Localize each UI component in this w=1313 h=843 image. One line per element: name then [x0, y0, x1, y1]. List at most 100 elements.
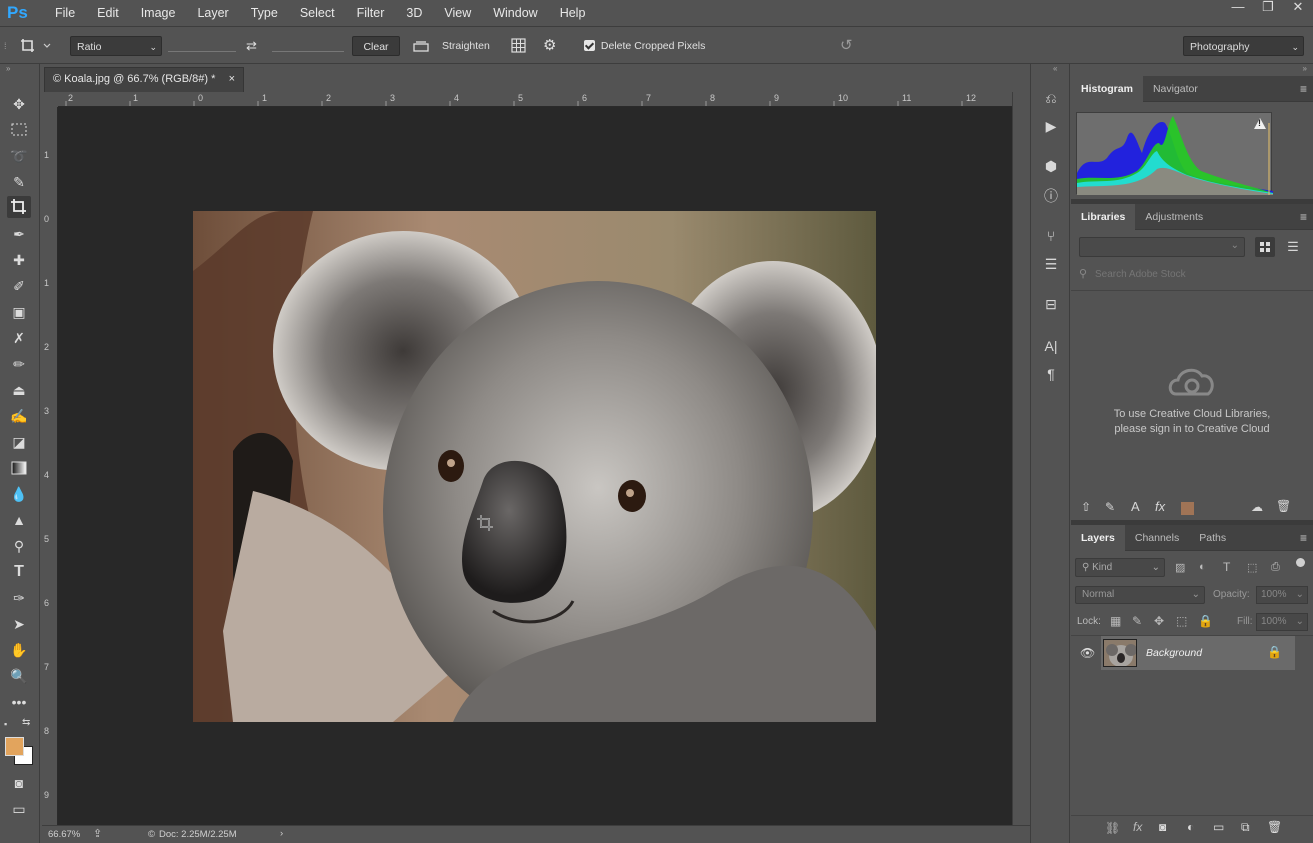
properties-icon[interactable]: ☰ [1041, 253, 1061, 275]
layer-name[interactable]: Background [1146, 647, 1202, 659]
link-layers-icon[interactable]: ⛓ [1105, 821, 1120, 835]
layer-filter-select[interactable]: ⚲ Kind ⌄ [1075, 558, 1165, 577]
vertical-scrollbar[interactable] [1012, 92, 1030, 825]
info-icon[interactable]: ⓘ [1041, 185, 1061, 207]
restore-button[interactable]: ❐ [1253, 0, 1283, 16]
stock-search-input[interactable] [1095, 266, 1295, 282]
marquee-tool-icon[interactable] [7, 119, 31, 141]
menu-window[interactable]: Window [482, 6, 548, 20]
blend-mode-select[interactable]: Normal ⌄ [1075, 586, 1205, 604]
koala-image[interactable] [193, 211, 876, 722]
share-icon[interactable]: ⇪ [93, 827, 102, 840]
blur-tool-icon[interactable]: 💧 [7, 483, 31, 505]
width-field[interactable] [168, 36, 236, 52]
clone-source-icon[interactable]: ⊟ [1041, 293, 1061, 315]
zoom-level[interactable]: 66.67% [48, 829, 80, 840]
add-color-swatch[interactable] [1181, 502, 1194, 515]
list-view-icon[interactable]: ☰ [1283, 237, 1303, 257]
tab-navigator[interactable]: Navigator [1143, 76, 1208, 102]
eye-visibility-icon[interactable]: 👁 [1080, 646, 1095, 660]
panel-menu-icon[interactable]: ≡ [1300, 82, 1307, 96]
crop-tool-preset-button[interactable] [18, 36, 56, 56]
collapse-icon[interactable]: « [1053, 64, 1057, 73]
art-history-brush-icon[interactable]: ✍ [7, 405, 31, 427]
menu-select[interactable]: Select [289, 6, 346, 20]
grid-view-icon[interactable] [1255, 237, 1275, 257]
paragraph-icon[interactable]: ¶ [1041, 363, 1061, 385]
smart-object-filter-icon[interactable]: ⎙ [1271, 561, 1280, 574]
foreground-color-swatch[interactable] [5, 737, 24, 756]
tab-adjustments[interactable]: Adjustments [1135, 204, 1213, 230]
pixel-filter-icon[interactable]: ▨ [1175, 561, 1185, 574]
stock-search-field[interactable]: ⚲ [1079, 266, 1304, 284]
ratio-select[interactable]: Ratio ⌄ [70, 36, 162, 56]
clear-button[interactable]: Clear [352, 36, 400, 56]
collapse-icon[interactable]: » [1303, 64, 1307, 73]
swap-colors-icon[interactable]: ⇆ [22, 717, 30, 728]
lock-all-icon[interactable]: 🔒 [1198, 614, 1213, 628]
trash-icon[interactable]: 🗑 [1276, 499, 1291, 513]
tab-paths[interactable]: Paths [1189, 525, 1236, 551]
upload-icon[interactable]: ⇧ [1081, 500, 1091, 514]
gradient-tool-icon[interactable] [7, 457, 31, 479]
overlay-grid-icon[interactable] [509, 36, 531, 56]
paint-brush-tool-icon[interactable]: ✏ [7, 353, 31, 375]
reset-icon[interactable]: ↺ [840, 36, 860, 56]
tab-channels[interactable]: Channels [1125, 525, 1189, 551]
close-tab-icon[interactable]: × [229, 68, 235, 91]
menu-layer[interactable]: Layer [186, 6, 239, 20]
delete-cropped-pixels-checkbox[interactable]: Delete Cropped Pixels [584, 36, 714, 56]
layer-style-icon[interactable]: fx [1133, 820, 1142, 834]
more-tools-icon[interactable]: ••• [7, 691, 31, 713]
brushes-icon[interactable]: ⑂ [1041, 225, 1061, 247]
crop-tool-icon[interactable] [7, 196, 31, 218]
status-menu-icon[interactable]: › [280, 828, 283, 839]
hand-tool-icon[interactable]: ✋ [7, 639, 31, 661]
shape-filter-icon[interactable]: ⬚ [1247, 561, 1257, 574]
character-style-icon[interactable]: A [1131, 499, 1140, 514]
group-folder-icon[interactable]: ▭ [1213, 820, 1224, 834]
height-field[interactable] [272, 36, 344, 52]
new-layer-icon[interactable]: ⧉ [1241, 820, 1250, 835]
tab-layers[interactable]: Layers [1071, 524, 1125, 551]
layer-style-icon[interactable]: fx [1155, 499, 1165, 514]
menu-file[interactable]: File [44, 6, 86, 20]
straighten-icon[interactable] [411, 36, 431, 56]
screen-mode-icon[interactable]: ▭ [7, 798, 31, 820]
history-brush-tool-icon[interactable]: ✗ [7, 327, 31, 349]
history-icon[interactable]: ⎌ [1041, 87, 1061, 109]
menu-type[interactable]: Type [240, 6, 289, 20]
pen-tool-icon[interactable]: ✑ [7, 587, 31, 609]
move-tool-icon[interactable]: ✥ [7, 93, 31, 115]
default-colors-icon[interactable]: ▪ [4, 719, 7, 729]
lock-artboard-icon[interactable]: ⬚ [1176, 614, 1187, 628]
straighten-label[interactable]: Straighten [442, 36, 494, 56]
collapse-icon[interactable]: » [6, 64, 10, 73]
type-filter-icon[interactable]: T [1223, 560, 1230, 574]
clone-stamp-tool-icon[interactable]: ▣ [7, 301, 31, 323]
panel-menu-icon[interactable]: ≡ [1300, 210, 1307, 224]
adjustment-layer-icon[interactable]: ◐ [1187, 820, 1194, 834]
eraser-tool-icon[interactable]: ◪ [7, 431, 31, 453]
sharpen-tool-icon[interactable]: ▲ [7, 509, 31, 531]
library-select[interactable]: ⌄ [1079, 237, 1245, 257]
close-button[interactable]: ✕ [1283, 0, 1313, 16]
type-tool-icon[interactable]: T [7, 561, 31, 583]
zoom-tool-icon[interactable]: 🔍 [7, 665, 31, 687]
menu-3d[interactable]: 3D [395, 6, 433, 20]
quick-selection-tool-icon[interactable]: ✎ [7, 171, 31, 193]
menu-image[interactable]: Image [130, 6, 187, 20]
healing-brush-tool-icon[interactable]: ✚ [7, 249, 31, 271]
trash-icon[interactable]: 🗑 [1267, 820, 1282, 834]
tab-histogram[interactable]: Histogram [1071, 75, 1143, 102]
fill-field[interactable]: 100% ⌄ [1256, 613, 1308, 631]
dodge-tool-icon[interactable]: ⚲ [7, 535, 31, 557]
brush-add-icon[interactable]: ✎ [1105, 500, 1115, 514]
warning-icon[interactable]: ! [1253, 117, 1267, 130]
layer-mask-icon[interactable]: ◙ [1159, 820, 1166, 834]
minimize-button[interactable]: — [1223, 0, 1253, 16]
3d-icon[interactable]: ⬢ [1041, 155, 1061, 177]
brush-tool-icon[interactable]: ✐ [7, 275, 31, 297]
tab-libraries[interactable]: Libraries [1071, 203, 1136, 230]
adjustment-filter-icon[interactable]: ◐ [1199, 561, 1206, 573]
